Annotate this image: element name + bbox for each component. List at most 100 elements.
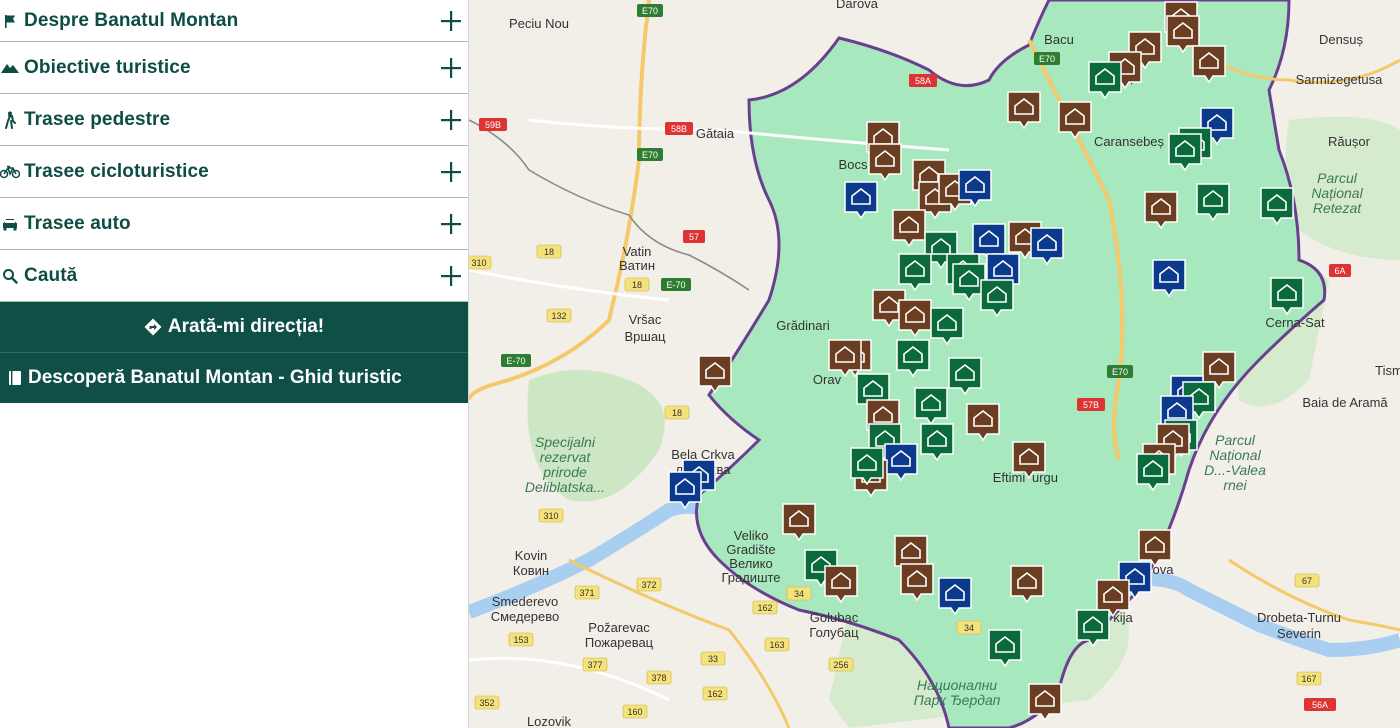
park-label: Parcul xyxy=(1317,170,1358,186)
route-number-label: 371 xyxy=(579,588,594,598)
marker-pin xyxy=(1030,227,1064,266)
accordion-despre[interactable]: Despre Banatul Montan xyxy=(0,0,468,42)
place-label: Orav xyxy=(813,372,842,387)
poi-marker[interactable] xyxy=(850,447,884,486)
poi-marker[interactable] xyxy=(1136,453,1170,492)
plus-icon[interactable] xyxy=(440,57,462,79)
road-shield-label: E-70 xyxy=(666,280,685,290)
poi-marker[interactable] xyxy=(1028,683,1062,722)
place-label: Požarevac xyxy=(588,620,650,635)
place-label: Vatin xyxy=(623,244,652,259)
marker-pin xyxy=(884,443,918,482)
park-label: rnei xyxy=(1223,477,1247,493)
map[interactable]: E70 E70 E70 E-70 E-70 E70 59B 58B 57 58A 57B 6A 56A 1… xyxy=(469,0,1400,728)
poi-marker[interactable] xyxy=(938,577,972,616)
road-shield-label: E70 xyxy=(642,6,658,16)
poi-marker[interactable] xyxy=(698,355,732,394)
poi-marker[interactable] xyxy=(980,279,1014,318)
accordion-cicloturistice[interactable]: Trasee cicloturistice xyxy=(0,146,468,198)
marker-pin xyxy=(844,181,878,220)
map-canvas[interactable]: E70 E70 E70 E-70 E-70 E70 59B 58B 57 58A 57B 6A 56A 1… xyxy=(469,0,1400,728)
route-number-label: 34 xyxy=(964,623,974,633)
poi-marker[interactable] xyxy=(948,357,982,396)
poi-marker[interactable] xyxy=(1192,45,1226,84)
plus-icon[interactable] xyxy=(440,10,462,32)
poi-marker[interactable] xyxy=(1138,529,1172,568)
poi-marker[interactable] xyxy=(884,443,918,482)
poi-marker[interactable] xyxy=(782,503,816,542)
poi-marker[interactable] xyxy=(898,299,932,338)
place-label: Kovin xyxy=(515,548,548,563)
poi-marker[interactable] xyxy=(1196,183,1230,222)
guide-button[interactable]: Descoperă Banatul Montan - Ghid turistic xyxy=(0,353,468,403)
poi-marker[interactable] xyxy=(966,403,1000,442)
poi-marker[interactable] xyxy=(1007,91,1041,130)
plus-icon[interactable] xyxy=(440,109,462,131)
place-label: Голубац xyxy=(809,625,859,640)
place-label: Пожаревац xyxy=(585,635,654,650)
marker-pin xyxy=(914,387,948,426)
poi-marker[interactable] xyxy=(828,339,862,378)
marker-pin xyxy=(668,471,702,510)
poi-marker[interactable] xyxy=(914,387,948,426)
poi-marker[interactable] xyxy=(952,263,986,302)
poi-marker[interactable] xyxy=(920,423,954,462)
park-label: Deliblatska... xyxy=(525,479,605,495)
poi-marker[interactable] xyxy=(868,143,902,182)
car-icon xyxy=(0,214,20,234)
poi-marker[interactable] xyxy=(1152,259,1186,298)
road-shield-label: E70 xyxy=(642,150,658,160)
poi-marker[interactable] xyxy=(1168,133,1202,172)
road-shield-label: 56A xyxy=(1312,700,1328,710)
poi-marker[interactable] xyxy=(1076,609,1110,648)
marker-pin xyxy=(1270,277,1304,316)
place-label: Răușor xyxy=(1328,134,1371,149)
route-number-label: 132 xyxy=(551,311,566,321)
poi-marker[interactable] xyxy=(1144,191,1178,230)
plus-icon[interactable] xyxy=(440,213,462,235)
place-label: Sarmizegetusa xyxy=(1296,72,1383,87)
poi-marker[interactable] xyxy=(1012,441,1046,480)
poi-marker[interactable] xyxy=(958,169,992,208)
place-label: Baia de Aramă xyxy=(1302,395,1388,410)
road-shield-label: E70 xyxy=(1039,54,1055,64)
poi-marker[interactable] xyxy=(930,307,964,346)
marker-pin xyxy=(1196,183,1230,222)
place-label: Vršac xyxy=(629,312,662,327)
place-label: Severin xyxy=(1277,626,1321,641)
road-shield-label: 59B xyxy=(485,120,501,130)
road-shield-label: 57B xyxy=(1083,400,1099,410)
poi-marker[interactable] xyxy=(1010,565,1044,604)
marker-pin xyxy=(1136,453,1170,492)
directions-button[interactable]: Arată-mi direcția! xyxy=(0,302,468,353)
poi-marker[interactable] xyxy=(1260,187,1294,226)
park-label: D...-Valea xyxy=(1204,462,1266,478)
accordion-label: Trasee pedestre xyxy=(24,108,171,130)
park-label: Specijalni xyxy=(535,434,596,450)
poi-marker[interactable] xyxy=(896,339,930,378)
road-shield-label: 58B xyxy=(671,124,687,134)
plus-icon[interactable] xyxy=(440,161,462,183)
accordion-label: Obiective turistice xyxy=(24,56,191,78)
poi-marker[interactable] xyxy=(668,471,702,510)
poi-marker[interactable] xyxy=(1270,277,1304,316)
marker-pin xyxy=(698,355,732,394)
poi-marker[interactable] xyxy=(1030,227,1064,266)
accordion-obiective[interactable]: Obiective turistice xyxy=(0,42,468,94)
poi-marker[interactable] xyxy=(844,181,878,220)
poi-marker[interactable] xyxy=(900,563,934,602)
poi-marker[interactable] xyxy=(1058,101,1092,140)
accordion-pedestre[interactable]: Trasee pedestre xyxy=(0,94,468,146)
accordion-auto[interactable]: Trasee auto xyxy=(0,198,468,250)
accordion-cauta[interactable]: Caută xyxy=(0,250,468,302)
poi-marker[interactable] xyxy=(892,209,926,248)
poi-marker[interactable] xyxy=(824,565,858,604)
plus-icon[interactable] xyxy=(440,265,462,287)
poi-marker[interactable] xyxy=(898,253,932,292)
poi-marker[interactable] xyxy=(1088,61,1122,100)
direction-diamond-icon xyxy=(144,318,162,336)
marker-pin xyxy=(892,209,926,248)
place-label: Ковин xyxy=(513,563,549,578)
poi-marker[interactable] xyxy=(988,629,1022,668)
search-icon xyxy=(0,266,20,286)
